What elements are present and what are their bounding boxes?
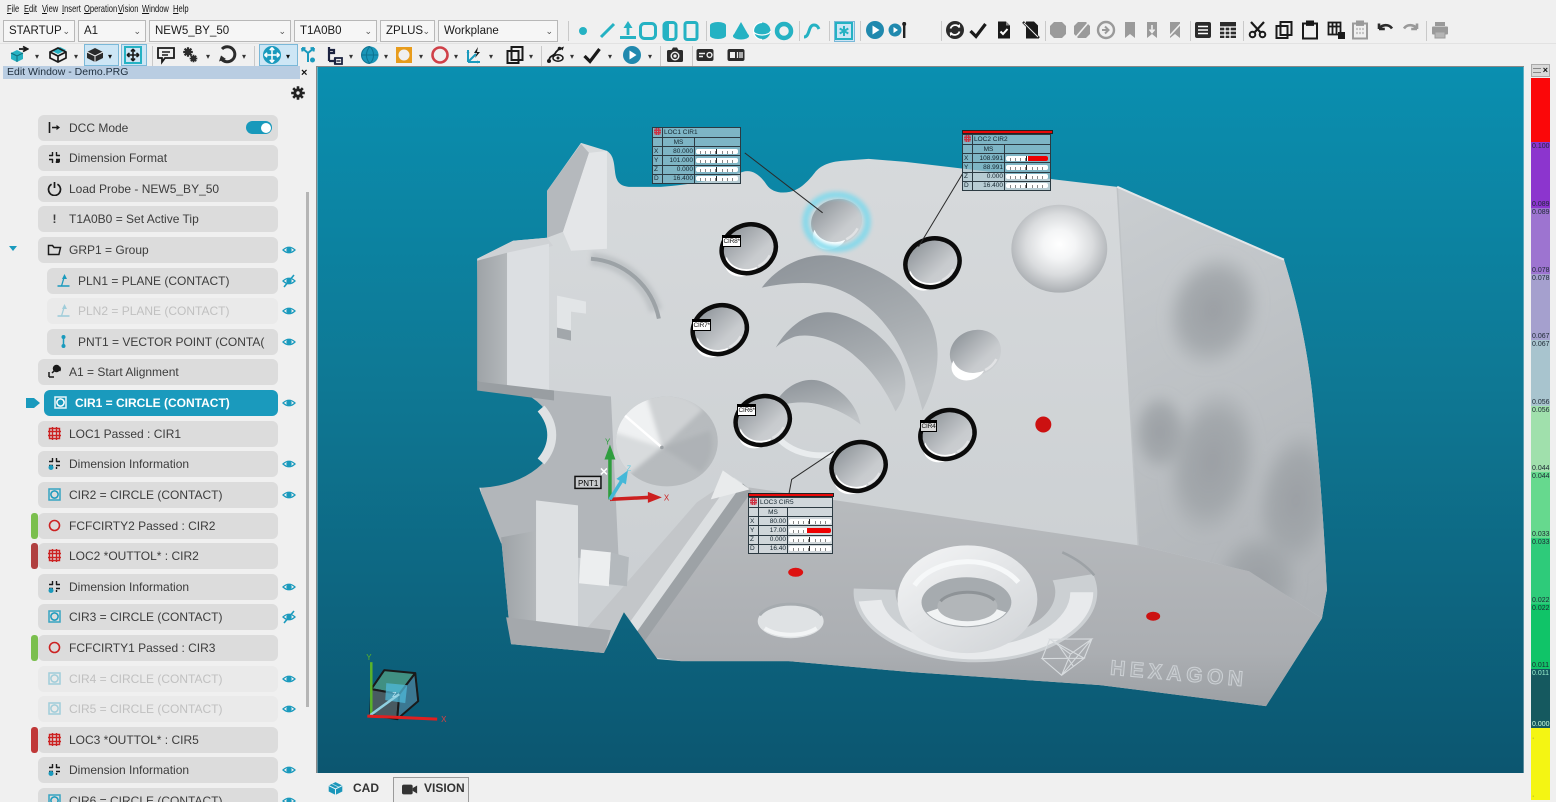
svg-text:PNT1: PNT1 (578, 479, 599, 488)
svg-text:Z: Z (627, 465, 632, 472)
svg-text:Y: Y (605, 437, 611, 446)
svg-text:X: X (664, 493, 670, 502)
svg-text:X: X (441, 715, 447, 724)
svg-text:Z: Z (392, 692, 397, 699)
svg-text:Y: Y (366, 653, 372, 662)
